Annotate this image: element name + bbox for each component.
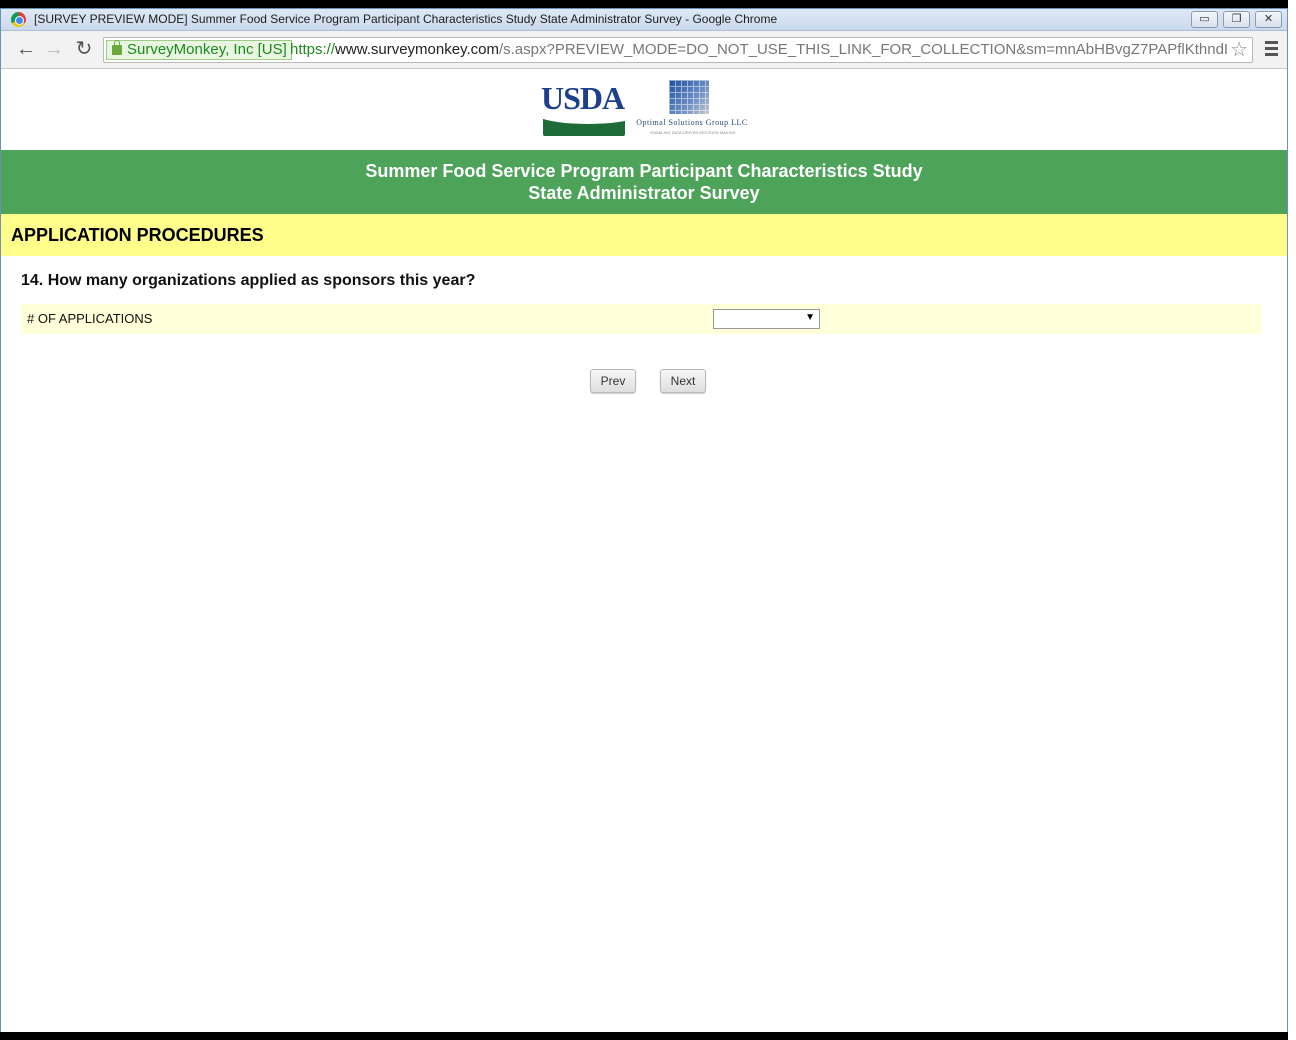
back-arrow-icon[interactable]: ← [15, 39, 37, 61]
url-path: /s.aspx?PREVIEW_MODE=DO_NOT_USE_THIS_LIN… [498, 41, 1229, 58]
page-navigation: Prev Next [1, 369, 1287, 395]
prev-button[interactable]: Prev [590, 369, 636, 393]
address-bar[interactable]: SurveyMonkey, Inc [US] https://www.surve… [103, 37, 1253, 63]
osg-grid-icon [669, 80, 709, 114]
osg-name: Optimal Solutions Group LLC [636, 118, 748, 127]
bookmark-star-icon[interactable]: ☆ [1230, 38, 1248, 62]
chrome-menu-icon[interactable] [1263, 39, 1281, 59]
forward-arrow-icon[interactable]: → [43, 39, 65, 61]
next-button[interactable]: Next [660, 369, 706, 393]
background-window-edge [1288, 0, 1296, 1040]
browser-window: [SURVEY PREVIEW MODE] Summer Food Servic… [0, 8, 1288, 1032]
optimal-solutions-logo: Optimal Solutions Group LLC ENABLING DAT… [633, 78, 751, 138]
restore-button[interactable]: ❐ [1223, 11, 1250, 28]
close-button[interactable]: ✕ [1255, 11, 1282, 28]
url-text[interactable]: https://www.surveymonkey.com/s.aspx?PREV… [290, 41, 1230, 59]
survey-title-banner: Summer Food Service Program Participant … [1, 150, 1287, 214]
dropdown-arrow-icon: ▼ [805, 312, 815, 323]
answer-row-label: # OF APPLICATIONS [27, 311, 153, 326]
ev-certificate-label: SurveyMonkey, Inc [US] [127, 41, 287, 58]
answer-row: # OF APPLICATIONS ▼ [21, 304, 1261, 334]
minimize-button[interactable]: ▭ [1191, 11, 1218, 28]
usda-logo-text: USDA [541, 80, 625, 116]
section-header: APPLICATION PROCEDURES [1, 214, 1287, 256]
usda-swoosh-icon [543, 114, 625, 136]
usda-logo: USDA [541, 80, 625, 136]
osg-tagline: ENABLING DATA-DRIVEN DECISION MAKING [650, 130, 736, 135]
browser-toolbar: ← → ↻ SurveyMonkey, Inc [US] https://www… [1, 31, 1287, 69]
url-scheme: https:// [290, 41, 336, 58]
title-bar: [SURVEY PREVIEW MODE] Summer Food Servic… [1, 9, 1287, 31]
lock-icon [112, 40, 122, 55]
question-text: 14. How many organizations applied as sp… [21, 272, 476, 289]
chrome-logo-icon [11, 12, 26, 27]
reload-icon[interactable]: ↻ [73, 39, 95, 61]
url-host: www.surveymonkey.com [335, 41, 499, 58]
survey-title-line2: State Administrator Survey [528, 183, 760, 203]
window-title: [SURVEY PREVIEW MODE] Summer Food Servic… [34, 12, 778, 26]
survey-page: USDA Optimal Solutions Group LLC ENABLIN… [1, 70, 1287, 1032]
survey-title-line1: Summer Food Service Program Participant … [365, 161, 923, 181]
ev-certificate-badge[interactable]: SurveyMonkey, Inc [US] [106, 40, 292, 60]
applications-count-select[interactable]: ▼ [713, 309, 820, 329]
section-title: APPLICATION PROCEDURES [11, 225, 264, 245]
